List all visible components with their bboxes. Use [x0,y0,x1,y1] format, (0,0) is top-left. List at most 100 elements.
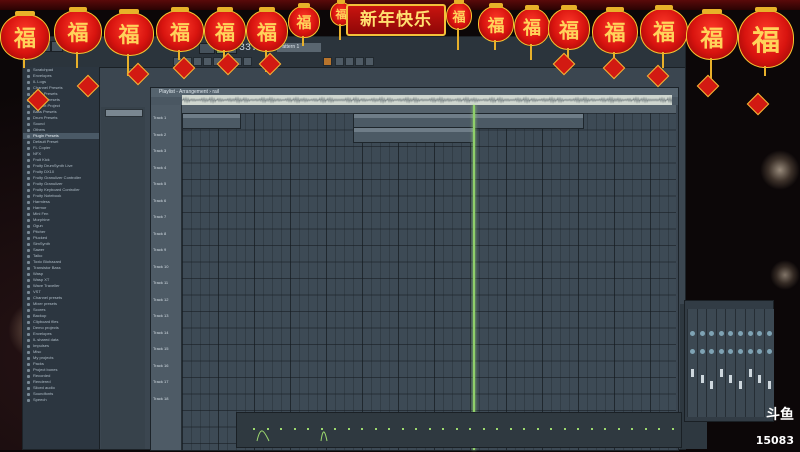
channel-row[interactable] [105,109,143,117]
step-dot[interactable] [442,428,444,430]
volume-knob-icon[interactable] [757,349,763,354]
pattern-clip[interactable] [182,113,241,129]
track-label[interactable]: Track 1 [153,115,166,120]
track-label[interactable]: Track 4 [153,165,166,170]
zoom-tool-icon[interactable] [243,57,252,66]
step-dot[interactable] [253,428,255,430]
delete-tool-icon[interactable] [203,57,212,66]
volume-knob-icon[interactable] [690,349,695,354]
track-label[interactable]: Track 10 [153,264,168,269]
browser-item[interactable]: Speech [23,397,99,403]
step-dot[interactable] [509,428,512,430]
track-label[interactable]: Track 6 [153,198,166,203]
track-label[interactable]: Track 13 [153,313,168,318]
step-dot[interactable] [374,428,377,430]
step-dot[interactable] [671,428,674,430]
paint-tool-icon[interactable] [193,57,202,66]
volume-fader[interactable] [710,381,714,389]
step-dot[interactable] [617,428,620,430]
track-label[interactable]: Track 7 [153,214,166,219]
track-label[interactable]: Track 11 [153,280,168,285]
volume-fader[interactable] [700,375,704,383]
step-dot[interactable] [550,428,552,430]
pan-knob-icon[interactable] [766,331,772,336]
mixer-strip[interactable] [744,309,755,417]
pan-knob-icon[interactable] [747,331,753,336]
step-dot[interactable] [347,428,350,430]
step-dot[interactable] [523,428,525,430]
step-dot[interactable] [482,428,485,430]
mixer-strip[interactable] [715,309,726,417]
step-dot[interactable] [334,428,336,430]
pan-knob-icon[interactable] [709,331,715,336]
timeline-ruler[interactable] [182,105,676,113]
mixer-strip[interactable] [754,309,765,417]
playhead-marker[interactable] [473,105,476,450]
step-dot[interactable] [604,428,606,430]
track-label[interactable]: Track 18 [153,396,168,401]
browser-panel[interactable]: Scratchpad Envelopes IL Logs Channel Preset… [23,67,100,449]
step-dot[interactable] [307,428,309,430]
volume-fader[interactable] [729,375,733,383]
volume-fader[interactable] [748,369,752,377]
volume-fader[interactable] [691,369,694,377]
step-dot[interactable] [280,428,282,430]
step-dot[interactable] [631,428,633,430]
step-dot[interactable] [293,428,296,430]
track-label[interactable]: Track 8 [153,231,166,236]
step-dot[interactable] [388,428,390,430]
mixer-strip[interactable] [735,309,745,417]
volume-fader[interactable] [758,375,762,383]
mixer-strip[interactable] [696,309,707,417]
mixer-strip[interactable] [706,309,717,417]
step-dot[interactable] [455,428,458,430]
step-dot[interactable] [401,428,404,430]
step-dot[interactable] [644,428,647,430]
track-label[interactable]: Track 17 [153,379,168,384]
step-dot[interactable] [563,428,566,430]
volume-knob-icon[interactable] [699,349,705,354]
pattern-clip[interactable] [353,127,475,143]
volume-knob-icon[interactable] [709,349,715,354]
step-dot[interactable] [361,428,363,430]
pan-knob-icon[interactable] [738,331,743,336]
step-dot[interactable] [428,428,431,430]
step-dot[interactable] [536,428,539,430]
plugin-picker-icon[interactable] [323,57,332,66]
pan-knob-icon[interactable] [718,331,724,336]
mixer-view-icon[interactable] [335,57,344,66]
step-dot[interactable] [590,428,593,430]
track-label[interactable]: Track 12 [153,297,168,302]
piano-roll-icon[interactable] [355,57,364,66]
step-dot[interactable] [266,428,269,430]
volume-fader[interactable] [739,381,742,389]
mixer-strip[interactable] [725,309,736,417]
step-dot[interactable] [415,428,417,430]
playlist-grid[interactable] [182,113,676,450]
browser-icon[interactable] [365,57,374,66]
step-dot[interactable] [320,428,323,430]
pan-knob-icon[interactable] [690,331,695,336]
pan-knob-icon[interactable] [757,331,763,336]
volume-knob-icon[interactable] [728,349,734,354]
track-label[interactable]: Track 2 [153,132,166,137]
automation-curve[interactable] [237,413,681,447]
track-label[interactable]: Track 9 [153,247,166,252]
track-label[interactable]: Track 16 [153,363,168,368]
audio-waveform-clip[interactable] [182,95,672,105]
volume-knob-icon[interactable] [747,349,753,354]
pan-knob-icon[interactable] [728,331,734,336]
track-label[interactable]: Track 15 [153,346,168,351]
track-label[interactable]: Track 14 [153,330,168,335]
step-dot[interactable] [469,428,471,430]
volume-fader[interactable] [767,381,771,389]
step-dot[interactable] [577,428,579,430]
channel-rack-icon[interactable] [345,57,354,66]
volume-fader[interactable] [719,369,723,377]
mixer-strip[interactable] [763,309,774,417]
track-label[interactable]: Track 5 [153,181,166,186]
step-dot[interactable] [496,428,498,430]
track-label[interactable]: Track 3 [153,148,166,153]
step-dot[interactable] [658,428,660,430]
mixer-strip[interactable] [687,309,697,417]
